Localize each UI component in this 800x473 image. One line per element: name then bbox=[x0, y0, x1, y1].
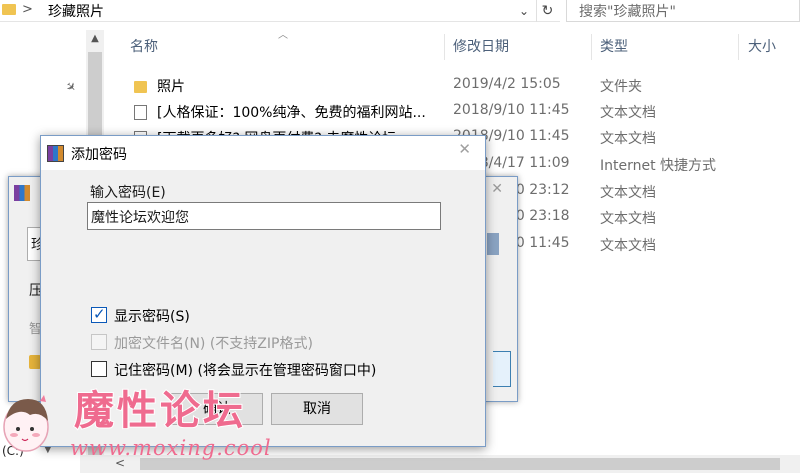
column-header-type[interactable]: 类型 bbox=[600, 36, 628, 56]
password-input[interactable]: 魔性论坛欢迎您 bbox=[87, 202, 441, 230]
file-name: [人格保证：100%纯净、免费的福利网站... bbox=[157, 105, 426, 121]
search-placeholder: 搜索"珍藏照片" bbox=[579, 4, 676, 20]
winrar-icon bbox=[47, 145, 64, 162]
column-separator[interactable] bbox=[444, 34, 445, 60]
list-item[interactable]: 照片 2019/4/2 15:05 文件夹 bbox=[130, 74, 800, 98]
file-type: 文本文档 bbox=[600, 238, 656, 254]
list-item[interactable]: [人格保证：100%纯净、免费的福利网站... 2018/9/10 11:45 … bbox=[130, 100, 800, 124]
encrypt-filenames-label: 加密文件名(N) (不支持ZIP格式) bbox=[114, 336, 313, 352]
dialog-titlebar[interactable]: 添加密码 ✕ bbox=[41, 136, 485, 170]
column-separator[interactable] bbox=[738, 34, 739, 60]
file-type: 文本文档 bbox=[600, 185, 656, 201]
checkbox-checked-icon[interactable]: ✓ bbox=[91, 305, 107, 323]
file-date: 2019/4/2 15:05 bbox=[453, 76, 561, 92]
file-name: 照片 bbox=[157, 79, 185, 95]
file-type: 文本文档 bbox=[600, 211, 656, 227]
sort-up-icon: ︿ bbox=[278, 30, 288, 41]
chevron-down-icon[interactable]: ⌄ bbox=[514, 0, 534, 22]
column-header-name[interactable]: 名称 bbox=[130, 36, 158, 56]
folder-icon bbox=[134, 81, 147, 93]
pin-icon[interactable]: ✈ bbox=[63, 78, 80, 95]
chevron-right-icon[interactable]: > bbox=[22, 2, 33, 17]
dialog-title: 添加密码 bbox=[71, 147, 127, 163]
search-input[interactable]: 搜索"珍藏照片" bbox=[566, 0, 800, 22]
password-label: 输入密码(E) bbox=[90, 185, 166, 201]
show-password-label: 显示密码(S) bbox=[114, 309, 190, 325]
document-icon bbox=[134, 105, 147, 120]
file-type: 文件夹 bbox=[600, 79, 642, 95]
cancel-button[interactable]: 取消 bbox=[271, 393, 363, 425]
address-path[interactable]: 珍藏照片 bbox=[48, 1, 104, 21]
remember-password-label: 记住密码(M) (将会显示在管理密码窗口中) bbox=[114, 363, 377, 379]
file-type: 文本文档 bbox=[600, 105, 656, 121]
scroll-up-icon[interactable]: ▲ bbox=[86, 30, 104, 48]
mascot-logo bbox=[3, 395, 49, 452]
watermark-title: 魔性论坛 bbox=[73, 386, 246, 435]
folder-icon bbox=[2, 4, 16, 15]
file-type: Internet 快捷方式 bbox=[600, 158, 717, 174]
checkbox-icon[interactable] bbox=[91, 361, 107, 377]
column-header-date[interactable]: 修改日期 bbox=[453, 36, 509, 56]
file-date: 2018/9/10 11:45 bbox=[453, 102, 570, 118]
column-separator[interactable] bbox=[591, 34, 592, 60]
archive-ok-button[interactable] bbox=[493, 351, 511, 387]
close-icon[interactable]: ✕ bbox=[458, 140, 471, 158]
close-icon[interactable]: ✕ bbox=[491, 181, 503, 197]
winrar-icon bbox=[14, 185, 30, 201]
file-type: 文本文档 bbox=[600, 131, 656, 147]
watermark-url: www.moxing.cool bbox=[70, 436, 272, 460]
column-header-size[interactable]: 大小 bbox=[748, 36, 776, 56]
checkbox-disabled-icon bbox=[91, 334, 107, 350]
refresh-icon[interactable]: ↻ bbox=[536, 0, 558, 22]
browse-button[interactable] bbox=[487, 233, 499, 255]
address-bar[interactable]: > 珍藏照片 ⌄ ↻ bbox=[0, 0, 560, 22]
